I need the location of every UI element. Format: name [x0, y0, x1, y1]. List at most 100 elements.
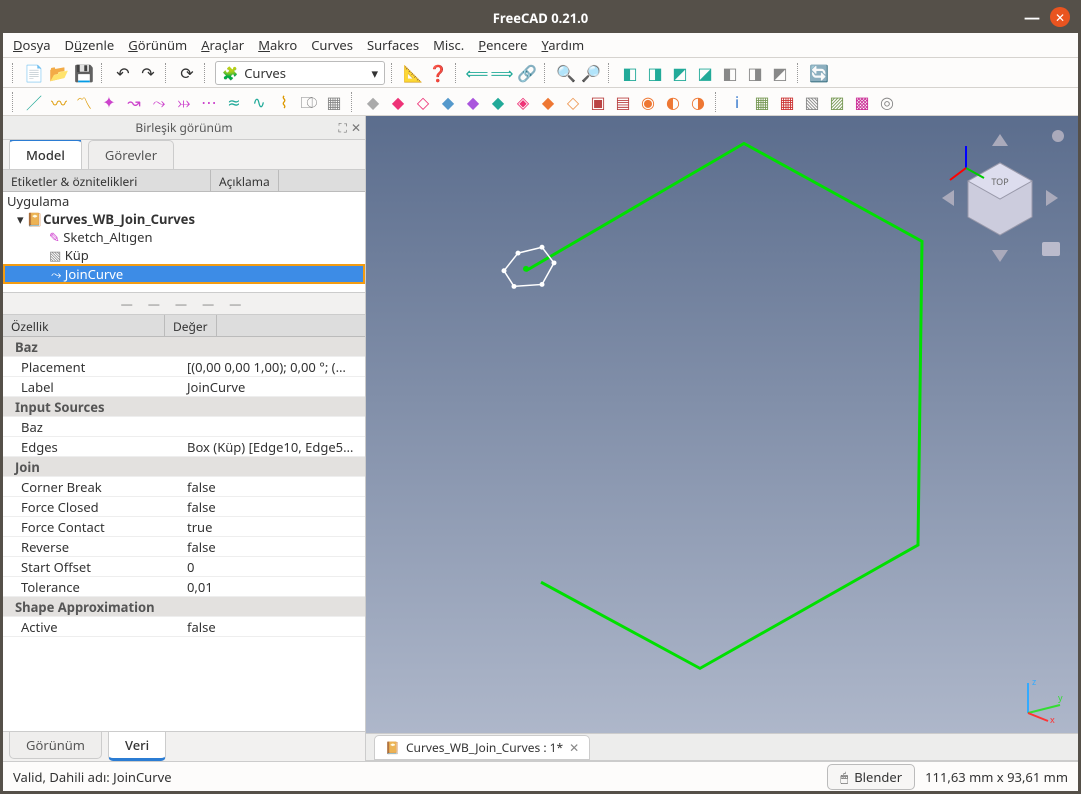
open-file-icon[interactable]: 📂 [48, 62, 70, 84]
mixed-curve-icon[interactable]: ✦ [98, 91, 120, 113]
property-row[interactable]: Tolerance0,01 [3, 577, 365, 597]
surf7-icon[interactable]: ◈ [512, 91, 534, 113]
menu-tools[interactable]: Araçlar [201, 36, 244, 54]
svg-text:x: x [1050, 713, 1055, 723]
navigation-style-button[interactable]: 🖱 Blender [827, 764, 915, 790]
surf2-icon[interactable]: ◆ [387, 91, 409, 113]
doc-tab-close-icon[interactable]: ✕ [569, 739, 579, 756]
line-tool-icon[interactable]: ／ [23, 91, 45, 113]
interpolate-icon[interactable]: ∿ [248, 91, 270, 113]
navigation-cube[interactable]: TOP [930, 124, 1070, 264]
menu-windows[interactable]: Pencere [478, 36, 527, 54]
tab-data[interactable]: Veri [108, 732, 166, 761]
surf10-icon[interactable]: ▣ [587, 91, 609, 113]
view-iso-icon[interactable]: ◧ [619, 62, 641, 84]
save-file-icon[interactable]: 💾 [73, 62, 95, 84]
redo-icon[interactable]: ↷ [137, 62, 159, 84]
extend-icon[interactable]: ↝ [123, 91, 145, 113]
property-row[interactable]: Corner Breakfalse [3, 477, 365, 497]
fit-sel-icon[interactable]: 🔎 [580, 62, 602, 84]
tree-root[interactable]: Uygulama [3, 192, 365, 210]
menu-macro[interactable]: Makro [258, 36, 297, 54]
minimize-button[interactable]: — [1022, 7, 1042, 27]
surf14-icon[interactable]: ◑ [687, 91, 709, 113]
tree-item-sketch[interactable]: ✎ Sketch_Altıgen [3, 228, 365, 246]
document-tab[interactable]: 📔 Curves_WB_Join_Curves : 1* ✕ [374, 735, 590, 760]
property-row[interactable]: Force Closedfalse [3, 497, 365, 517]
tree-doc[interactable]: ▾ 📔 Curves_WB_Join_Curves [3, 210, 365, 228]
misc1-icon[interactable]: ℹ [726, 91, 748, 113]
menu-file[interactable]: Dosya [13, 36, 51, 54]
tab-model[interactable]: Model [9, 138, 82, 169]
panel-expand-icon[interactable]: ⛶ [339, 119, 347, 136]
refresh-icon[interactable]: ⟳ [176, 62, 198, 84]
menu-surfaces[interactable]: Surfaces [367, 36, 419, 54]
blend-icon[interactable]: ⌇ [273, 91, 295, 113]
property-row[interactable]: Start Offset0 [3, 557, 365, 577]
discretize-icon[interactable]: ⋯ [198, 91, 220, 113]
view-left-icon[interactable]: ◩ [769, 62, 791, 84]
misc4-icon[interactable]: ▧ [801, 91, 823, 113]
surf8-icon[interactable]: ◆ [537, 91, 559, 113]
misc2-icon[interactable]: ▦ [751, 91, 773, 113]
3d-viewport[interactable]: TOP [366, 116, 1078, 733]
surf9-icon[interactable]: ◇ [562, 91, 584, 113]
surf6-icon[interactable]: ◆ [487, 91, 509, 113]
view-front-icon[interactable]: ◨ [644, 62, 666, 84]
view-right-icon[interactable]: ◪ [694, 62, 716, 84]
bspline-icon[interactable]: 〰 [48, 91, 70, 113]
property-row[interactable]: Activefalse [3, 617, 365, 637]
surf11-icon[interactable]: ▤ [612, 91, 634, 113]
view-bottom-icon[interactable]: ◨ [744, 62, 766, 84]
surf4-icon[interactable]: ◆ [437, 91, 459, 113]
menu-curves[interactable]: Curves [311, 36, 353, 54]
new-file-icon[interactable]: 📄 [23, 62, 45, 84]
splitter-handle[interactable]: — — — — — [3, 292, 365, 315]
menu-help[interactable]: Yardım [541, 36, 584, 54]
approximate-icon[interactable]: ≈ [223, 91, 245, 113]
comb-icon[interactable]: ⎄ [298, 91, 320, 113]
misc7-icon[interactable]: ◎ [876, 91, 898, 113]
property-row[interactable]: Force Contacttrue [3, 517, 365, 537]
menu-edit[interactable]: Düzenle [65, 36, 115, 54]
tab-tasks[interactable]: Görevler [88, 140, 174, 169]
property-group: Input Sources [3, 397, 365, 417]
whatsthis-icon[interactable]: ❓ [427, 62, 449, 84]
join-icon[interactable]: ⤳ [148, 91, 170, 113]
view-top-icon[interactable]: ◩ [669, 62, 691, 84]
nav-back-icon[interactable]: ⟸ [466, 62, 488, 84]
undo-icon[interactable]: ↶ [112, 62, 134, 84]
link-group-icon[interactable]: 🔗 [516, 62, 538, 84]
curve-edit-icon[interactable]: 〽 [73, 91, 95, 113]
misc6-icon[interactable]: ▩ [851, 91, 873, 113]
workbench-selector[interactable]: 🧩 Curves ▾ [215, 61, 385, 85]
property-row[interactable]: Placement[(0,00 0,00 1,00); 0,00 °; (… [3, 357, 365, 377]
model-tree[interactable]: Uygulama ▾ 📔 Curves_WB_Join_Curves ✎ Ske… [3, 192, 365, 292]
nav-fwd-icon[interactable]: ⟹ [491, 62, 513, 84]
misc5-icon[interactable]: ▨ [826, 91, 848, 113]
property-view[interactable]: Baz Placement[(0,00 0,00 1,00); 0,00 °; (… [3, 337, 365, 731]
view-rear-icon[interactable]: ◧ [719, 62, 741, 84]
surf5-icon[interactable]: ◆ [462, 91, 484, 113]
surf3-icon[interactable]: ◇ [412, 91, 434, 113]
tab-view[interactable]: Görünüm [9, 732, 102, 759]
property-row[interactable]: Reversefalse [3, 537, 365, 557]
fit-all-icon[interactable]: 🔍 [555, 62, 577, 84]
zebra-icon[interactable]: ▦ [323, 91, 345, 113]
property-row[interactable]: LabelJoinCurve [3, 377, 365, 397]
menu-view[interactable]: Görünüm [128, 36, 187, 54]
surf12-icon[interactable]: ◉ [637, 91, 659, 113]
split-icon[interactable]: ⤔ [173, 91, 195, 113]
close-button[interactable]: ✕ [1050, 7, 1070, 27]
panel-close-icon[interactable]: ✕ [351, 119, 361, 136]
sync-view-icon[interactable]: 🔄 [808, 62, 830, 84]
property-row[interactable]: Baz [3, 417, 365, 437]
surf13-icon[interactable]: ◐ [662, 91, 684, 113]
surf1-icon[interactable]: ◆ [362, 91, 384, 113]
misc3-icon[interactable]: ▦ [776, 91, 798, 113]
menu-misc[interactable]: Misc. [433, 36, 464, 54]
property-row[interactable]: EdgesBox (Küp) [Edge10, Edge5… [3, 437, 365, 457]
tree-item-cube[interactable]: ▧ Küp [3, 246, 365, 264]
tree-item-joincurve[interactable]: ⤳ JoinCurve [3, 264, 365, 284]
measure-icon[interactable]: 📐 [402, 62, 424, 84]
